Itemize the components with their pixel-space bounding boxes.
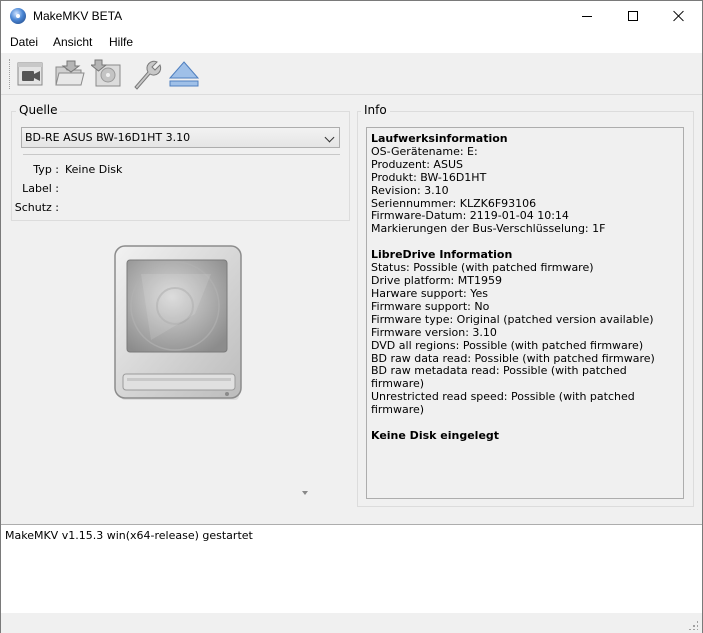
maximize-icon (628, 11, 638, 21)
main-window: MakeMKV BETA Datei Ansicht Hilfe Quelle … (0, 0, 703, 633)
libredrive-line: DVD all regions: Possible (with patched … (371, 338, 644, 352)
eject-button[interactable] (167, 57, 201, 91)
log-output[interactable]: MakeMKV v1.15.3 win(x64-release) gestart… (1, 524, 702, 613)
type-value: Keine Disk (65, 163, 123, 176)
libredrive-line: BD raw metadata read: Possible (with pat… (371, 364, 627, 391)
close-button[interactable] (656, 1, 702, 31)
open-video-icon (17, 62, 43, 86)
type-label: Typ : (33, 163, 59, 176)
libredrive-line: Firmware type: Original (patched version… (371, 312, 654, 326)
info-panel[interactable]: Laufwerksinformation OS-Gerätename: E: P… (366, 127, 684, 499)
menu-help[interactable]: Hilfe (109, 35, 133, 49)
libredrive-line: Unrestricted read speed: Possible (with … (371, 390, 635, 417)
protection-label: Schutz : (14, 201, 59, 214)
eject-icon (168, 61, 200, 87)
drive-select[interactable]: BD-RE ASUS BW-16D1HT 3.10 (21, 127, 340, 148)
minimize-button[interactable] (564, 1, 610, 31)
drive-info-line: OS-Gerätename: E: (371, 144, 478, 158)
source-group-label: Quelle (16, 103, 61, 117)
open-files-icon (55, 60, 85, 86)
drive-info-line: Produkt: BW-16D1HT (371, 170, 487, 184)
toolbar (1, 53, 702, 95)
log-line: MakeMKV v1.15.3 win(x64-release) gestart… (5, 529, 253, 542)
menu-file[interactable]: Datei (10, 35, 38, 49)
backup-button[interactable] (89, 57, 125, 91)
window-title: MakeMKV BETA (33, 9, 123, 23)
info-group-label: Info (361, 103, 390, 117)
drive-info-heading: Laufwerksinformation (371, 132, 508, 145)
settings-wrench-icon (134, 60, 162, 90)
makemkv-logo-icon (10, 8, 26, 24)
maximize-button[interactable] (610, 1, 656, 31)
status-bar (1, 613, 702, 633)
chevron-down-icon (324, 132, 335, 143)
scroll-down-indicator[interactable] (302, 491, 308, 495)
menu-bar: Datei Ansicht Hilfe (1, 31, 702, 53)
disc-status: Keine Disk eingelegt (371, 429, 500, 443)
optical-drive-icon (114, 245, 242, 400)
toolbar-grip[interactable] (9, 59, 12, 89)
menu-view[interactable]: Ansicht (53, 35, 92, 49)
disc-label-label: Label : (22, 182, 59, 195)
close-icon (673, 10, 685, 22)
libredrive-line: Firmware version: 3.10 (371, 325, 497, 339)
libredrive-line: Harware support: Yes (371, 286, 489, 300)
source-divider (23, 154, 340, 155)
title-bar[interactable]: MakeMKV BETA (1, 1, 702, 31)
drive-info-line: Markierungen der Bus-Verschlüsselung: 1F (371, 222, 606, 236)
drive-info-line: Produzent: ASUS (371, 157, 463, 171)
minimize-icon (582, 15, 592, 17)
open-files-button[interactable] (53, 57, 87, 91)
drive-select-value: BD-RE ASUS BW-16D1HT 3.10 (25, 131, 191, 144)
libredrive-line: Firmware support: No (371, 299, 490, 313)
drive-info-line: Revision: 3.10 (371, 183, 449, 197)
resize-grip-icon[interactable] (688, 620, 698, 630)
backup-disc-icon (89, 59, 121, 87)
open-video-button[interactable] (15, 57, 49, 91)
settings-button[interactable] (129, 57, 163, 91)
